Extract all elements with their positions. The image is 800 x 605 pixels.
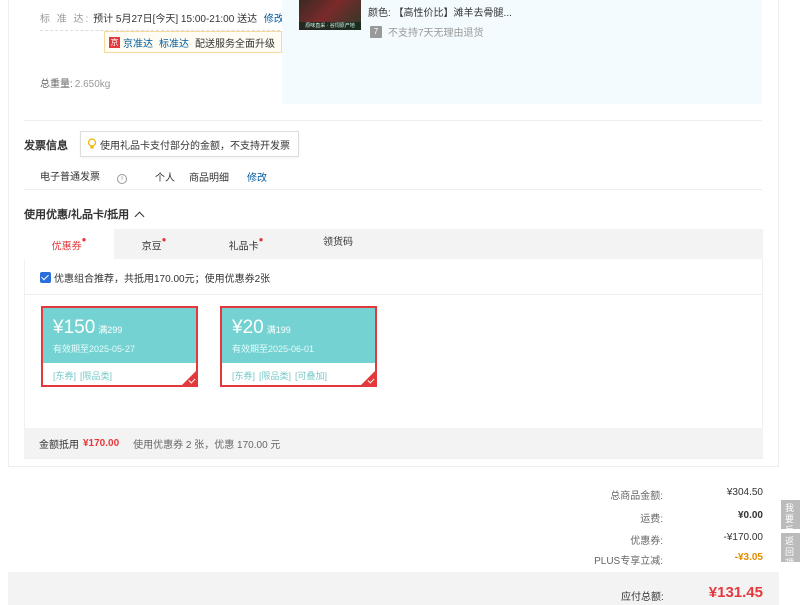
no-return-text: 不支持7天无理由退货 — [388, 28, 484, 39]
coupon-face: ¥150 满299 有效期至2025-05-27 — [43, 308, 196, 363]
invoice-content: 商品明细 — [189, 172, 229, 184]
discount-section-title: 使用优惠/礼品卡/抵用 — [24, 209, 130, 221]
plus-discount-row: PLUS专享立减: -¥3.05 — [533, 552, 763, 567]
coupon-tags: [东券] [限品类] — [53, 371, 113, 381]
invoice-tip-text: 使用礼品卡支付部分的金额，不支持开发票 — [100, 140, 290, 152]
coupon-card[interactable]: ¥20 满199 有效期至2025-06-01 [东券] [限品类] [可叠加] — [220, 306, 377, 387]
total-goods-row: 总商品金额: ¥304.50 — [533, 487, 763, 502]
plus-discount-value: -¥3.05 — [734, 552, 763, 563]
tab-gift-card[interactable]: 礼品卡● — [216, 229, 276, 259]
coupon-discount-value: -¥170.00 — [723, 532, 763, 543]
jd-delivery-icon: 京 — [109, 36, 120, 48]
tab-coupons[interactable]: 优惠券● — [24, 229, 114, 259]
coupon-condition: 满199 — [266, 325, 291, 335]
summary-desc: 使用优惠券 2 张，优惠 170.00 元 — [133, 439, 281, 451]
summary-label: 金额抵用 — [39, 439, 79, 451]
combo-recommend[interactable]: 优惠组合推荐，共抵用170.00元；使用优惠券2张 — [40, 270, 270, 285]
coupon-face: ¥20 满199 有效期至2025-06-01 — [222, 308, 375, 363]
invoice-person: 个人 — [155, 172, 175, 184]
delivery-label: 标 准 达: — [40, 14, 91, 25]
combo-text: 优惠组合推荐，共抵用170.00元；使用优惠券2张 — [54, 274, 271, 285]
coupon-expiry: 有效期至2025-06-01 — [232, 344, 315, 354]
discount-tabs: 优惠券● 京豆● 礼品卡● 领货码 — [24, 229, 763, 259]
coupon-expiry: 有效期至2025-05-27 — [53, 344, 136, 354]
freight-value: ¥0.00 — [737, 510, 763, 521]
lightbulb-icon — [87, 138, 97, 149]
summary-value: ¥170.00 — [83, 437, 120, 449]
no-return-notice: 7 不支持7天无理由退货 — [370, 24, 484, 39]
weight-value: 2.650kg — [74, 79, 111, 90]
total-weight: 总重量: 2.650kg — [40, 75, 110, 90]
coupon-amount: ¥20 满199 — [232, 317, 291, 338]
invoice-type: 电子普通发票 i — [40, 168, 141, 184]
discount-summary: 金额抵用 ¥170.00 使用优惠券 2 张，优惠 170.00 元 — [24, 428, 763, 458]
divider — [24, 120, 762, 121]
payable-value: ¥131.45 — [708, 584, 763, 601]
total-goods-value: ¥304.50 — [726, 487, 763, 498]
tab-redeem-code[interactable]: 领货码 — [308, 229, 368, 259]
total-goods-label: 总商品金额: — [610, 491, 663, 502]
coupon-amount: ¥150 满299 — [53, 317, 123, 338]
upgrade-text: 配送服务全面升级 — [195, 38, 275, 50]
coupon-card[interactable]: ¥150 满299 有效期至2025-05-27 [东券] [限品类] — [41, 306, 198, 387]
chevron-up-icon — [134, 211, 145, 221]
coupon-tags: [东券] [限品类] [可叠加] — [232, 371, 328, 381]
no-return-icon: 7 — [370, 25, 382, 38]
weight-label: 总重量: — [40, 79, 73, 90]
tab-jingdou[interactable]: 京豆● — [114, 229, 194, 259]
coupon-discount-label: 优惠券: — [630, 536, 663, 547]
payable-bar: 应付总额: ¥131.45 — [8, 572, 779, 605]
jzd-link[interactable]: 京准达 — [123, 35, 153, 50]
combo-checkbox[interactable] — [40, 272, 51, 283]
invoice-title: 发票信息 — [24, 140, 68, 152]
info-icon[interactable]: i — [117, 174, 127, 184]
divider — [24, 294, 763, 295]
freight-label: 运费: — [640, 514, 663, 525]
delivery-row: 标 准 达: 预计 5月27日[今天] 15:00-21:00 送达 修改 — [40, 10, 284, 25]
delivery-modify-link[interactable]: 修改 — [264, 14, 284, 25]
back-to-top-button[interactable]: 返回顶部 — [781, 533, 800, 562]
product-area: 原味直采 · 谷饲原产地 颜色: 【高性价比】滩羊去骨腿... 7 不支持7天无… — [282, 0, 762, 104]
color-value[interactable]: 【高性价比】滩羊去骨腿... — [394, 8, 512, 19]
invoice-tip: 使用礼品卡支付部分的金额，不支持开发票 — [80, 131, 299, 157]
delivery-time: 预计 5月27日[今天] 15:00-21:00 送达 — [93, 14, 258, 25]
delivery-upgrade-notice: 京 京准达 标准达 配送服务全面升级 — [104, 31, 282, 53]
product-color: 颜色: 【高性价比】滩羊去骨腿... — [368, 4, 512, 19]
payable-label: 应付总额: — [621, 592, 664, 603]
divider — [24, 189, 762, 190]
color-label: 颜色: — [368, 8, 391, 19]
bzd-link[interactable]: 标准达 — [159, 35, 189, 50]
freight-row: 运费: ¥0.00 — [533, 510, 763, 525]
invoice-detail: 电子普通发票 i 个人 商品明细 修改 — [40, 168, 281, 184]
discount-section-toggle[interactable]: 使用优惠/礼品卡/抵用 — [24, 206, 145, 222]
invoice-modify-link[interactable]: 修改 — [247, 169, 267, 184]
plus-discount-label: PLUS专享立减: — [594, 556, 663, 567]
feedback-button[interactable]: 我要反馈 — [781, 500, 800, 529]
coupon-discount-row: 优惠券: -¥170.00 — [533, 532, 763, 547]
product-thumbnail-caption: 原味直采 · 谷饲原产地 — [299, 22, 361, 30]
coupon-condition: 满299 — [98, 325, 123, 335]
